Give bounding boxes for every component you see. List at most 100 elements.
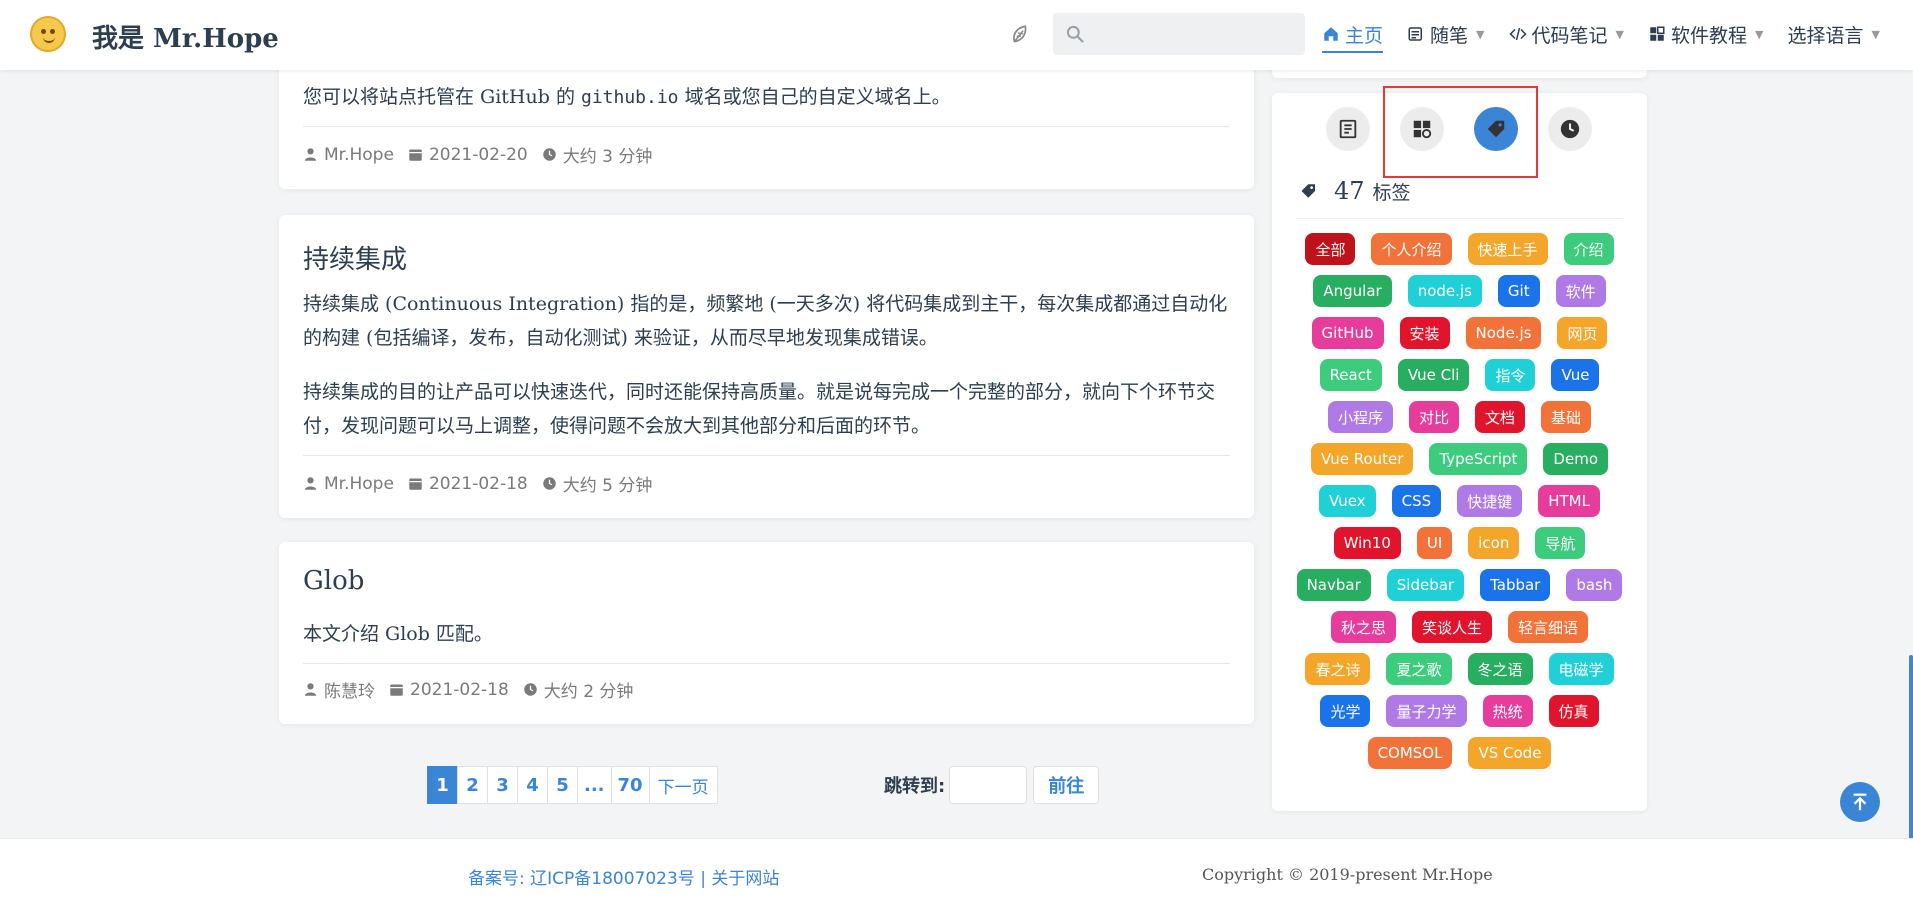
icp-link[interactable]: 备案号: 辽ICP备18007023号 (468, 869, 695, 889)
tag-chip[interactable]: 指令 (1485, 359, 1536, 391)
tag-chip[interactable]: 冬之语 (1467, 653, 1533, 685)
tag-chip[interactable]: Vue Cli (1397, 359, 1470, 391)
author-meta[interactable]: 陈慧玲 (303, 677, 375, 702)
site-logo[interactable] (30, 16, 66, 52)
tab-timeline[interactable] (1548, 107, 1592, 151)
tag-chip[interactable]: 网页 (1557, 317, 1608, 349)
tag-chip[interactable]: 基础 (1541, 401, 1592, 433)
tag-chip[interactable]: bash (1566, 569, 1623, 601)
article-card: Glob 本文介绍 Glob 匹配。 陈慧玲 2021-02-18 大约 2 分… (279, 542, 1254, 724)
article-title[interactable]: 持续集成 (303, 239, 407, 276)
tag-chip[interactable]: icon (1468, 527, 1520, 559)
tag-chip[interactable]: UI (1416, 527, 1453, 559)
tag-chip[interactable]: Angular (1313, 275, 1392, 307)
page-button[interactable]: 5 (547, 766, 578, 804)
tag-chip[interactable]: 仿真 (1548, 695, 1599, 727)
tag-chip[interactable]: VS Code (1468, 737, 1552, 769)
tag-chip[interactable]: Node.js (1465, 317, 1542, 349)
article-card: 持续集成 持续集成 (Continuous Integration) 指的是，频… (279, 215, 1254, 518)
notes-icon (1408, 27, 1423, 41)
tab-articles[interactable] (1326, 107, 1370, 151)
nav-item-software-tutorials[interactable]: 软件教程 ▼ (1648, 20, 1763, 48)
theme-toggle-icon[interactable] (1008, 22, 1034, 48)
tag-chip[interactable]: 文档 (1475, 401, 1526, 433)
tag-chip[interactable]: Vue (1551, 359, 1600, 391)
tag-chip[interactable]: Tabbar (1480, 569, 1551, 601)
arrow-up-icon (1853, 793, 1867, 811)
tag-chip[interactable]: CSS (1391, 485, 1442, 517)
tag-chip[interactable]: 介绍 (1563, 233, 1614, 265)
tag-chip[interactable]: 快速上手 (1467, 233, 1548, 265)
tag-row: 秋之思 笑谈人生 轻言细语 (1272, 611, 1647, 643)
tag-chip[interactable]: 笑谈人生 (1411, 611, 1492, 643)
tag-chip[interactable]: 个人介绍 (1371, 233, 1452, 265)
tag-chip[interactable]: 小程序 (1327, 401, 1393, 433)
tag-chip[interactable]: 对比 (1408, 401, 1459, 433)
page-button[interactable]: 70 (610, 766, 650, 804)
page-button[interactable]: 4 (517, 766, 548, 804)
nav-item-language[interactable]: 选择语言 ▼ (1787, 20, 1879, 48)
clock-icon (524, 683, 537, 696)
page-button[interactable]: 1 (427, 766, 458, 804)
article-icon (1339, 119, 1357, 139)
search-box (1053, 13, 1305, 55)
tag-chip[interactable]: 轻言细语 (1508, 611, 1589, 643)
pagination: 1 2 3 4 5 ... 70 下一页 (427, 766, 718, 804)
tag-row: COMSOL VS Code (1272, 737, 1647, 769)
tag-row: Navbar Sidebar Tabbar bash (1272, 569, 1647, 601)
tag-chip[interactable]: GitHub (1311, 317, 1384, 349)
tag-row: 春之诗 夏之歌 冬之语 电磁学 (1272, 653, 1647, 685)
about-link[interactable]: 关于网站 (711, 869, 779, 889)
tag-chip[interactable]: Win10 (1333, 527, 1401, 559)
next-page-button[interactable]: 下一页 (648, 766, 718, 804)
tag-chip[interactable]: 快捷键 (1457, 485, 1523, 517)
chevron-down-icon: ▼ (1755, 27, 1764, 41)
clock-icon (542, 148, 556, 161)
tag-chip[interactable]: 安装 (1399, 317, 1450, 349)
jump-page-input[interactable] (949, 766, 1028, 804)
tag-chip[interactable]: Demo (1543, 443, 1608, 475)
jump-go-button[interactable]: 前往 (1033, 766, 1100, 804)
code-icon (1508, 27, 1527, 41)
tag-chip[interactable]: 热统 (1482, 695, 1533, 727)
author-meta[interactable]: Mr.Hope (303, 474, 394, 494)
tag-chip[interactable]: Vue Router (1310, 443, 1414, 475)
author-meta[interactable]: Mr.Hope (303, 145, 394, 165)
page-button[interactable]: 3 (487, 766, 518, 804)
tag-chip[interactable]: 软件 (1555, 275, 1606, 307)
divider (303, 126, 1230, 127)
tag-row: Vuex CSS 快捷键 HTML (1272, 485, 1647, 517)
tag-chip[interactable]: 量子力学 (1386, 695, 1467, 727)
tags-icon (1301, 184, 1315, 198)
nav-item-code-notes[interactable]: 代码笔记 ▼ (1508, 20, 1624, 48)
tag-chip[interactable]: 秋之思 (1330, 611, 1396, 643)
tag-chip[interactable]: 春之诗 (1305, 653, 1371, 685)
search-input[interactable] (1053, 13, 1305, 55)
divider (303, 663, 1230, 664)
divider (303, 455, 1230, 456)
tag-chip[interactable]: React (1319, 359, 1382, 391)
scrollbar-thumb[interactable] (1909, 655, 1913, 845)
nav-item-essays[interactable]: 随笔 ▼ (1407, 20, 1485, 48)
tag-chip[interactable]: 导航 (1535, 527, 1586, 559)
tag-chip[interactable]: Vuex (1319, 485, 1376, 517)
tag-chip[interactable]: Navbar (1296, 569, 1371, 601)
back-to-top-button[interactable] (1840, 782, 1880, 822)
tag-chip[interactable]: 夏之歌 (1386, 653, 1452, 685)
tag-chip[interactable]: node.js (1407, 275, 1482, 307)
page-button[interactable]: 2 (457, 766, 488, 804)
search-icon (1066, 25, 1084, 43)
tag-chip[interactable]: COMSOL (1367, 737, 1453, 769)
tag-chip[interactable]: Sidebar (1386, 569, 1465, 601)
site-title[interactable]: 我是 Mr.Hope (92, 18, 279, 55)
nav-item-home[interactable]: 主页 (1322, 20, 1384, 53)
article-title[interactable]: Glob (303, 566, 364, 596)
tag-chip[interactable]: HTML (1538, 485, 1600, 517)
tag-chip[interactable]: TypeScript (1429, 443, 1528, 475)
tag-cloud: 全部 个人介绍 快速上手 介绍 Angular node.js Git 软件 GitHub 安装 N… (1272, 233, 1647, 779)
tag-chip[interactable]: 电磁学 (1548, 653, 1614, 685)
tag-chip[interactable]: 光学 (1320, 695, 1371, 727)
tag-chip[interactable]: 全部 (1305, 233, 1356, 265)
tag-row: 全部 个人介绍 快速上手 介绍 (1272, 233, 1647, 265)
tag-chip[interactable]: Git (1497, 275, 1540, 307)
